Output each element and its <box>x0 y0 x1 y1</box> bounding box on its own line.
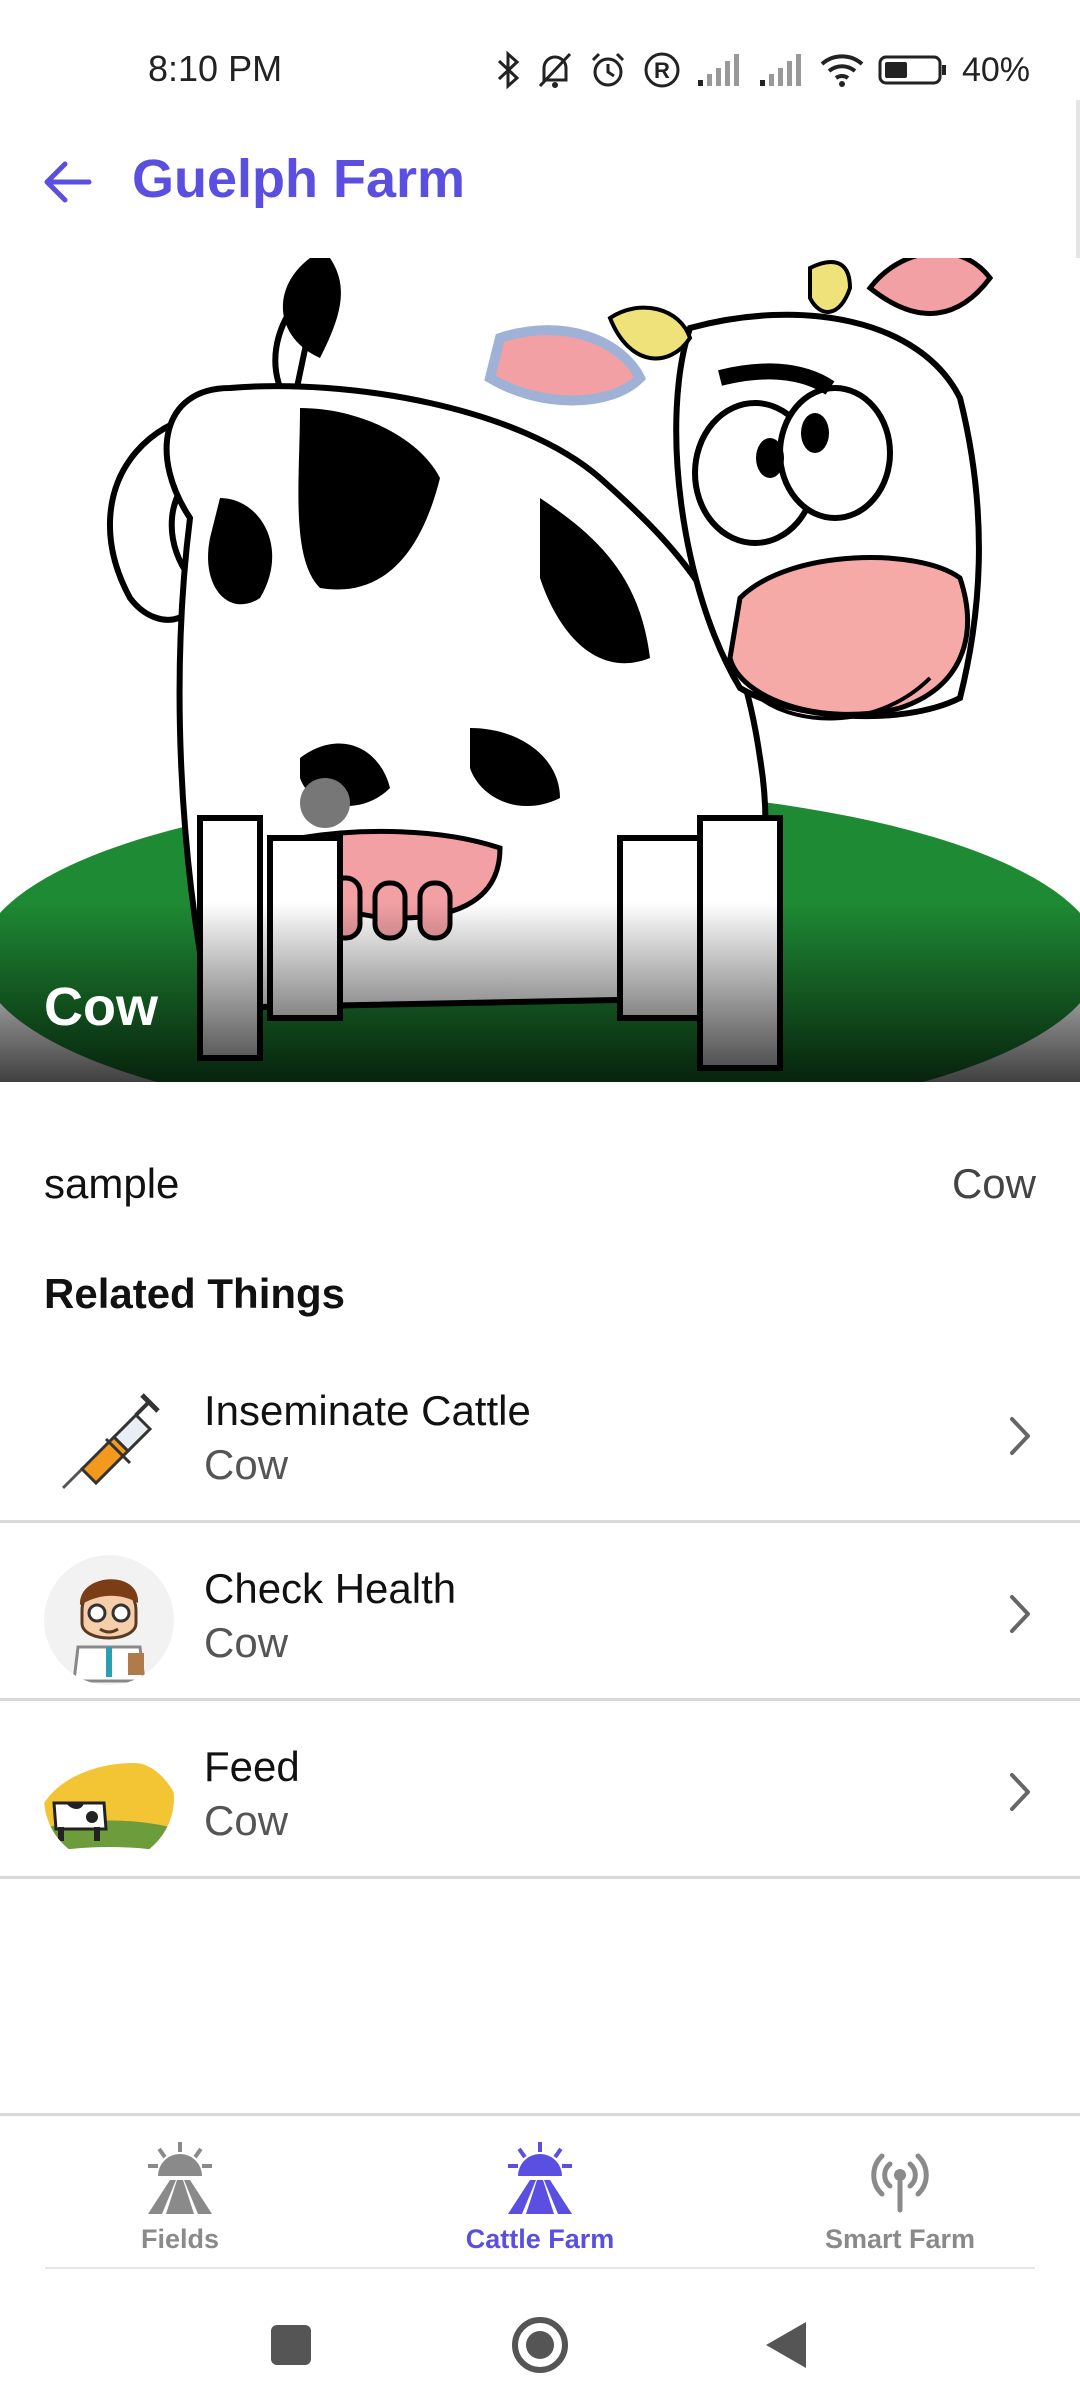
related-item-title: Feed <box>204 1743 300 1790</box>
system-nav <box>0 2290 1080 2400</box>
section-title: Related Things <box>44 1270 346 1317</box>
app-bar: Guelph Farm <box>0 120 1080 240</box>
bluetooth-icon <box>496 50 522 90</box>
arrow-left-icon <box>44 161 92 203</box>
signal-icon-2 <box>758 52 806 88</box>
nav-smart-farm[interactable]: Smart Farm <box>780 2138 1020 2268</box>
system-back-button[interactable] <box>750 2310 820 2380</box>
related-list: Inseminate Cattle Cow Check Health Cow F… <box>0 1345 1080 1879</box>
bottom-nav: Fields Cattle Farm Smart Farm <box>0 2113 1080 2276</box>
scroll-indicator <box>1076 100 1080 260</box>
battery-icon <box>878 52 948 88</box>
back-button[interactable] <box>38 152 98 212</box>
home-button[interactable] <box>505 2310 575 2380</box>
info-row: sample Cow <box>0 1150 1080 1220</box>
related-item-title: Check Health <box>204 1565 457 1612</box>
svg-text:R: R <box>654 58 670 83</box>
hero-gradient <box>0 902 1080 1082</box>
recents-button[interactable] <box>256 2310 326 2380</box>
info-label: sample <box>44 1160 180 1207</box>
nav-fields[interactable]: Fields <box>60 2138 300 2268</box>
doctor-avatar <box>44 1555 174 1685</box>
chevron-right-icon <box>1010 1595 1030 1633</box>
page-title: Guelph Farm <box>132 149 466 209</box>
status-time: 8:10 PM <box>148 48 283 89</box>
info-value: Cow <box>951 1160 1036 1207</box>
related-item-feed[interactable]: Feed Cow <box>0 1701 1080 1879</box>
related-item-title: Inseminate Cattle <box>204 1387 531 1434</box>
related-item-subtitle: Cow <box>204 1441 289 1488</box>
cattle-farm-icon <box>508 2142 572 2214</box>
battery-level: 40% <box>961 50 1030 89</box>
hero-title: Cow <box>44 977 158 1037</box>
nav-label: Smart Farm <box>824 2224 976 2254</box>
feed-thumbnail <box>44 1733 174 1863</box>
alarm-icon <box>588 50 628 90</box>
registered-icon: R <box>642 50 682 90</box>
nav-label: Fields <box>140 2224 220 2254</box>
related-item-check-health[interactable]: Check Health Cow <box>0 1523 1080 1701</box>
circle-icon <box>512 2317 568 2373</box>
signal-icon <box>696 52 744 88</box>
status-icons: R 40% <box>496 40 1030 100</box>
status-bar: 8:10 PM R 40% <box>0 0 1080 140</box>
chevron-right-icon <box>1010 1773 1030 1811</box>
nav-cattle-farm[interactable]: Cattle Farm <box>420 2138 660 2268</box>
wifi-icon <box>820 52 864 88</box>
fields-icon <box>148 2142 212 2214</box>
square-icon <box>271 2325 311 2365</box>
chevron-right-icon <box>1010 1417 1030 1455</box>
triangle-back-icon <box>766 2322 806 2368</box>
nav-label: Cattle Farm <box>465 2224 615 2254</box>
hero-image: Cow <box>0 258 1080 1082</box>
related-item-subtitle: Cow <box>204 1619 289 1666</box>
antenna-icon <box>871 2153 929 2213</box>
mute-bell-icon <box>536 50 574 90</box>
nav-divider <box>45 2267 1035 2269</box>
related-item-subtitle: Cow <box>204 1797 289 1844</box>
related-item-inseminate[interactable]: Inseminate Cattle Cow <box>0 1345 1080 1523</box>
syringe-icon <box>44 1377 174 1507</box>
